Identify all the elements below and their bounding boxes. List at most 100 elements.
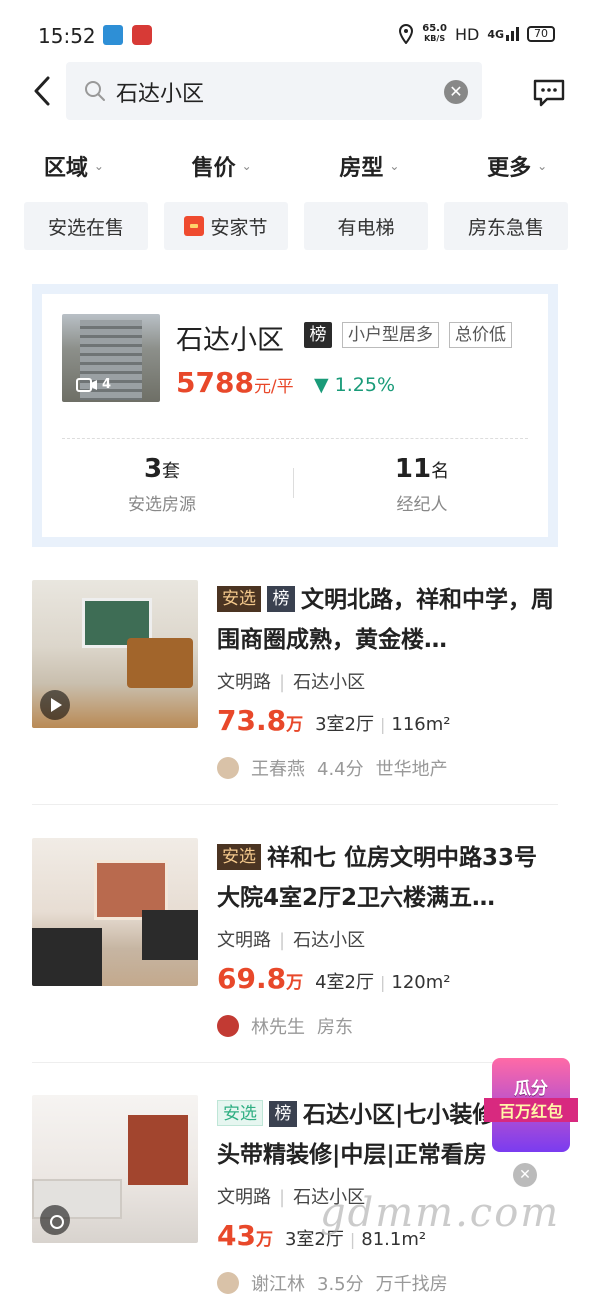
- community-price: 5788元/平: [176, 366, 294, 399]
- chip-anxuan-onsale[interactable]: 安选在售: [24, 202, 148, 250]
- chevron-down-icon: ⌄: [93, 159, 104, 173]
- video-badge: 4: [76, 377, 111, 392]
- listing-price: 43万: [217, 1219, 273, 1252]
- avatar: [217, 757, 239, 779]
- promo-line1: 瓜分: [514, 1079, 548, 1099]
- community-photo[interactable]: 4: [62, 314, 160, 402]
- price-change-value: 1.25%: [334, 374, 396, 396]
- listing-size: 120m²: [391, 972, 451, 993]
- listing-title-text: 祥和七 位房文明中路33号大院4室2厅2卫六楼满五…: [217, 845, 538, 911]
- separator: |: [380, 973, 386, 992]
- cabinet-image: [128, 1115, 188, 1185]
- stat-value: 11: [394, 454, 432, 484]
- avatar: [217, 1272, 239, 1294]
- search-header: 石达小区 ✕: [0, 62, 591, 122]
- chevron-down-icon: ⌄: [537, 159, 548, 173]
- separator: |: [380, 715, 386, 734]
- community-card[interactable]: 4 石达小区 榜 小户型居多 总价低 5788元/平 ▼ 1.25% 3套 安选…: [32, 284, 558, 547]
- agent-company: 房东: [317, 1017, 353, 1038]
- listing-price: 73.8万: [217, 704, 303, 737]
- community-tag: 小户型居多: [342, 322, 439, 348]
- stat-listings[interactable]: 3套 安选房源: [62, 454, 262, 515]
- community-tags: 榜 小户型居多 总价低: [304, 322, 512, 348]
- search-icon: [85, 81, 105, 101]
- listing-item[interactable]: 安选 祥和七 位房文明中路33号大院4室2厅2卫六楼满五… 文明路 | 石达小区 69…: [32, 838, 558, 1038]
- agent-score: 3.5分: [317, 1274, 364, 1295]
- community-tag: 总价低: [449, 322, 512, 348]
- watermark: gdmm.com: [320, 1190, 561, 1236]
- separator: |: [279, 672, 286, 693]
- message-icon[interactable]: [533, 78, 565, 108]
- filter-price[interactable]: 售价 ⌄: [148, 142, 296, 190]
- chip-anjia-festival[interactable]: 安家节: [164, 202, 288, 250]
- listing-rooms: 3室2厅: [315, 714, 374, 735]
- battery-icon: 70: [527, 26, 555, 42]
- stat-unit: 名: [431, 461, 450, 482]
- filter-label: 区域: [43, 156, 88, 181]
- community-name: 石达小区: [176, 325, 284, 356]
- rank-badge: 榜: [304, 322, 332, 348]
- filter-region[interactable]: 区域 ⌄: [0, 142, 148, 190]
- listing-item[interactable]: 安选榜石达小区|七小装修|七字头带精装修|中层|正常看房 文明路 | 石达小区 43…: [32, 1095, 558, 1295]
- agent-name: 林先生: [251, 1017, 305, 1038]
- chip-label: 安选在售: [47, 216, 124, 239]
- listing-agent[interactable]: 王春燕 4.4分 世华地产: [217, 755, 557, 781]
- listing-rooms: 4室2厅: [315, 972, 374, 993]
- status-time: 15:52: [38, 24, 96, 48]
- separator: |: [279, 1187, 286, 1208]
- app-notification-icon: [103, 25, 123, 45]
- filter-label: 房型: [339, 156, 384, 181]
- agent-company: 万千找房: [375, 1274, 448, 1295]
- stat-number: 11名: [322, 454, 522, 484]
- back-icon[interactable]: [28, 74, 58, 108]
- community-price-unit: 元/平: [253, 377, 294, 397]
- promo-line2: 百万红包: [484, 1098, 578, 1122]
- listing-price-unit: 万: [255, 1230, 273, 1250]
- community-card-inner: 4 石达小区 榜 小户型居多 总价低 5788元/平 ▼ 1.25% 3套 安选…: [42, 294, 548, 537]
- anxuan-badge: 安选: [217, 586, 261, 612]
- filter-bar: 区域 ⌄ 售价 ⌄ 房型 ⌄ 更多 ⌄: [0, 142, 591, 190]
- stat-value: 3: [143, 454, 163, 484]
- listing-area: 文明路: [217, 1187, 271, 1208]
- stat-label: 安选房源: [128, 495, 196, 515]
- filter-more[interactable]: 更多 ⌄: [443, 142, 591, 190]
- close-icon[interactable]: ✕: [513, 1163, 537, 1187]
- listing-agent[interactable]: 林先生 房东: [217, 1013, 557, 1039]
- quick-filter-chips: 安选在售 安家节 有电梯 房东急售: [24, 202, 568, 250]
- signal-icon: 4G: [487, 27, 519, 41]
- stat-agents[interactable]: 11名 经纪人: [322, 454, 522, 515]
- network-speed-unit: KB/S: [424, 34, 446, 43]
- listing-photo: [32, 1095, 198, 1243]
- chip-label: 有电梯: [337, 216, 395, 239]
- agent-company: 世华地产: [375, 759, 448, 780]
- network-speed: 65.0 KB/S: [422, 24, 447, 44]
- signal-label: 4G: [487, 28, 504, 41]
- search-input[interactable]: 石达小区 ✕: [66, 62, 482, 120]
- listing-photo: [32, 838, 198, 986]
- agent-name: 谢江林: [251, 1274, 305, 1295]
- listing-area: 文明路: [217, 672, 271, 693]
- app-notification-icon-2: [132, 25, 152, 45]
- sofa-image: [32, 928, 102, 986]
- listing-item[interactable]: 安选榜文明北路，祥和中学，周围商圈成熟，黄金楼… 文明路 | 石达小区 73.8万 …: [32, 580, 558, 780]
- filter-layout[interactable]: 房型 ⌄: [296, 142, 444, 190]
- chip-elevator[interactable]: 有电梯: [304, 202, 428, 250]
- red-packet-promo[interactable]: 瓜分 百万红包: [484, 1040, 578, 1158]
- search-query: 石达小区: [116, 82, 205, 107]
- stat-number: 3套: [62, 454, 262, 484]
- play-icon[interactable]: [40, 690, 70, 720]
- video-count: 4: [102, 377, 112, 392]
- listing-price-row: 73.8万 3室2厅 | 116m²: [217, 704, 557, 737]
- chip-owner-urgent[interactable]: 房东急售: [444, 202, 568, 250]
- listing-photo: [32, 580, 198, 728]
- clear-icon[interactable]: ✕: [444, 80, 468, 104]
- listing-title: 安选榜文明北路，祥和中学，周围商圈成熟，黄金楼…: [217, 580, 557, 660]
- listing-location: 文明路 | 石达小区: [217, 668, 557, 694]
- community-price-value: 5788: [176, 366, 254, 399]
- listing-price-row: 69.8万 4室2厅 | 120m²: [217, 962, 557, 995]
- network-speed-value: 65.0: [422, 23, 447, 34]
- listing-area: 文明路: [217, 930, 271, 951]
- anxuan-badge: 安选: [217, 1100, 263, 1126]
- listing-agent[interactable]: 谢江林 3.5分 万千找房: [217, 1270, 557, 1296]
- video-icon[interactable]: [40, 1205, 70, 1235]
